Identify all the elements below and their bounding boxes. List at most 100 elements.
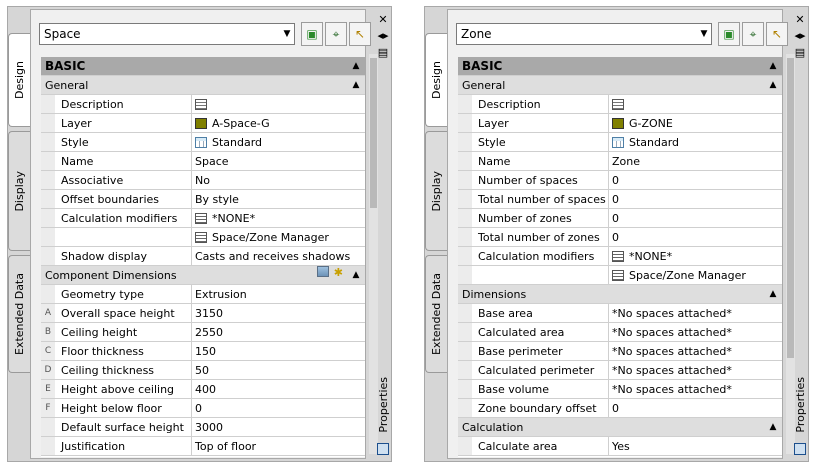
property-row[interactable]: Base perimeter *No spaces attached* <box>458 342 782 361</box>
property-row[interactable]: Shadow display Casts and receives shadows <box>41 247 365 266</box>
property-row[interactable]: Number of zones 0 <box>458 209 782 228</box>
property-row[interactable]: Calculation modifiers *NONE* <box>41 209 365 228</box>
property-value[interactable]: 3000 <box>192 418 365 436</box>
property-value[interactable]: 0 <box>609 171 782 189</box>
collapse-icon[interactable]: ▲ <box>347 57 365 75</box>
property-value[interactable]: 150 <box>192 342 365 360</box>
property-value[interactable]: 3150 <box>192 304 365 322</box>
property-row[interactable]: Zone boundary offset 0 <box>458 399 782 418</box>
close-icon[interactable]: ✕ <box>377 13 389 26</box>
collapse-icon[interactable]: ▲ <box>764 57 782 75</box>
property-value[interactable]: 50 <box>192 361 365 379</box>
property-value[interactable]: *No spaces attached* <box>609 304 782 322</box>
collapse-icon[interactable]: ▲ <box>347 266 365 284</box>
property-row[interactable]: E Height above ceiling 400 <box>41 380 365 399</box>
palette-corner-icon[interactable] <box>794 443 806 455</box>
property-row[interactable]: F Height below floor 0 <box>41 399 365 418</box>
property-row[interactable]: Description <box>458 95 782 114</box>
property-row[interactable]: Offset boundaries By style <box>41 190 365 209</box>
property-value[interactable]: G-ZONE <box>609 114 782 132</box>
property-value[interactable]: 0 <box>609 228 782 246</box>
category-header[interactable]: General ▲ <box>458 76 782 95</box>
property-value[interactable]: 0 <box>192 399 365 417</box>
tab-extended-data[interactable]: Extended Data <box>425 255 447 373</box>
property-row[interactable]: Calculate area Yes <box>458 437 782 456</box>
property-row[interactable]: Style Standard <box>41 133 365 152</box>
property-value[interactable]: Zone <box>609 152 782 170</box>
property-value[interactable]: *No spaces attached* <box>609 323 782 341</box>
property-row[interactable]: Name Zone <box>458 152 782 171</box>
object-type-select[interactable]: Zone ▼ <box>456 23 712 45</box>
property-row[interactable]: Associative No <box>41 171 365 190</box>
property-row[interactable]: Style Standard <box>458 133 782 152</box>
select-objects-button[interactable]: ⌖ <box>742 22 764 46</box>
property-row[interactable]: Name Space <box>41 152 365 171</box>
collapse-icon[interactable]: ▲ <box>764 76 782 94</box>
property-row[interactable]: Total number of zones 0 <box>458 228 782 247</box>
property-row[interactable]: Space/Zone Manager <box>41 228 365 247</box>
palette-menu-icon[interactable]: ▤ <box>794 46 806 59</box>
property-value[interactable] <box>609 95 782 113</box>
property-value[interactable]: Space/Zone Manager <box>609 266 782 284</box>
category-header[interactable]: Dimensions ▲ <box>458 285 782 304</box>
section-header[interactable]: BASIC ▲ <box>458 57 782 76</box>
property-row[interactable]: Layer G-ZONE <box>458 114 782 133</box>
palette-menu-icon[interactable]: ▤ <box>377 46 389 59</box>
property-value[interactable]: *No spaces attached* <box>609 342 782 360</box>
quick-select-button[interactable]: ▣ <box>718 22 740 46</box>
property-row[interactable]: B Ceiling height 2550 <box>41 323 365 342</box>
quick-select-button[interactable]: ▣ <box>301 22 323 46</box>
select-objects-button[interactable]: ⌖ <box>325 22 347 46</box>
property-value[interactable]: A-Space-G <box>192 114 365 132</box>
collapse-icon[interactable]: ▲ <box>764 285 782 303</box>
dimension-diagram-icon[interactable] <box>316 266 329 277</box>
property-value[interactable]: Standard <box>192 133 365 151</box>
pickadd-toggle-button[interactable]: ↖ <box>349 22 371 46</box>
property-row[interactable]: Total number of spaces 0 <box>458 190 782 209</box>
category-header[interactable]: Component Dimensions ✱ ▲ <box>41 266 365 285</box>
auto-hide-icon[interactable]: ◂▸ <box>377 29 389 42</box>
category-header[interactable]: Calculation ▲ <box>458 418 782 437</box>
auto-hide-icon[interactable]: ◂▸ <box>794 29 806 42</box>
property-row[interactable]: Calculated perimeter *No spaces attached* <box>458 361 782 380</box>
property-value[interactable]: 0 <box>609 190 782 208</box>
tab-design[interactable]: Design <box>425 33 447 127</box>
property-value[interactable]: *NONE* <box>192 209 365 227</box>
collapse-icon[interactable]: ▲ <box>764 418 782 436</box>
tab-extended-data[interactable]: Extended Data <box>8 255 30 373</box>
category-header[interactable]: General ▲ <box>41 76 365 95</box>
property-row[interactable]: Geometry type Extrusion <box>41 285 365 304</box>
property-value[interactable]: Extrusion <box>192 285 365 303</box>
property-row[interactable]: Base volume *No spaces attached* <box>458 380 782 399</box>
property-value[interactable] <box>192 95 365 113</box>
property-value[interactable]: Yes <box>609 437 782 455</box>
property-value[interactable]: Space <box>192 152 365 170</box>
close-icon[interactable]: ✕ <box>794 13 806 26</box>
property-row[interactable]: Space/Zone Manager <box>458 266 782 285</box>
property-value[interactable]: 0 <box>609 209 782 227</box>
property-row[interactable]: Justification Top of floor <box>41 437 365 456</box>
property-value[interactable]: Casts and receives shadows <box>192 247 365 265</box>
property-value[interactable]: *NONE* <box>609 247 782 265</box>
property-value[interactable]: 0 <box>609 399 782 417</box>
property-row[interactable]: A Overall space height 3150 <box>41 304 365 323</box>
property-row[interactable]: Calculated area *No spaces attached* <box>458 323 782 342</box>
property-value[interactable]: *No spaces attached* <box>609 361 782 379</box>
section-header[interactable]: BASIC ▲ <box>41 57 365 76</box>
property-row[interactable]: Base area *No spaces attached* <box>458 304 782 323</box>
property-value[interactable]: Top of floor <box>192 437 365 455</box>
property-row[interactable]: Layer A-Space-G <box>41 114 365 133</box>
pickadd-toggle-button[interactable]: ↖ <box>766 22 788 46</box>
property-value[interactable]: No <box>192 171 365 189</box>
collapse-icon[interactable]: ▲ <box>347 76 365 94</box>
property-row[interactable]: D Ceiling thickness 50 <box>41 361 365 380</box>
property-row[interactable]: C Floor thickness 150 <box>41 342 365 361</box>
property-value[interactable]: Standard <box>609 133 782 151</box>
property-row[interactable]: Calculation modifiers *NONE* <box>458 247 782 266</box>
property-value[interactable]: Space/Zone Manager <box>192 228 365 246</box>
tab-display[interactable]: Display <box>425 131 447 251</box>
property-value[interactable]: 400 <box>192 380 365 398</box>
palette-corner-icon[interactable] <box>377 443 389 455</box>
tab-design[interactable]: Design <box>8 33 30 127</box>
property-value[interactable]: By style <box>192 190 365 208</box>
